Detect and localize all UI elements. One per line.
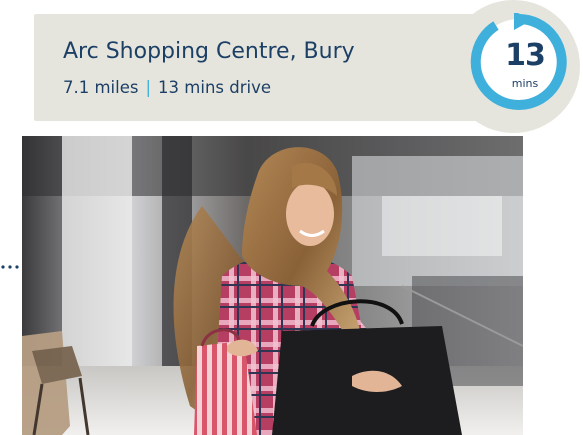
location-card-page: Arc Shopping Centre, Bury 7.1 miles | 13 m… [0,0,583,435]
badge-minutes: 13 [505,38,546,73]
shopping-photo [22,136,523,435]
woman-with-shopping-bags-image [22,136,523,435]
badge-unit: mins [511,77,539,90]
distance-text: 7.1 miles [63,78,139,97]
location-title: Arc Shopping Centre, Bury [63,39,355,64]
drive-time-text: 13 mins drive [158,78,272,97]
location-meta: 7.1 miles | 13 mins drive [63,77,271,99]
dotted-connector [1,265,19,269]
location-info-card: Arc Shopping Centre, Bury 7.1 miles | 13 m… [34,14,494,121]
meta-separator: | [145,78,152,97]
